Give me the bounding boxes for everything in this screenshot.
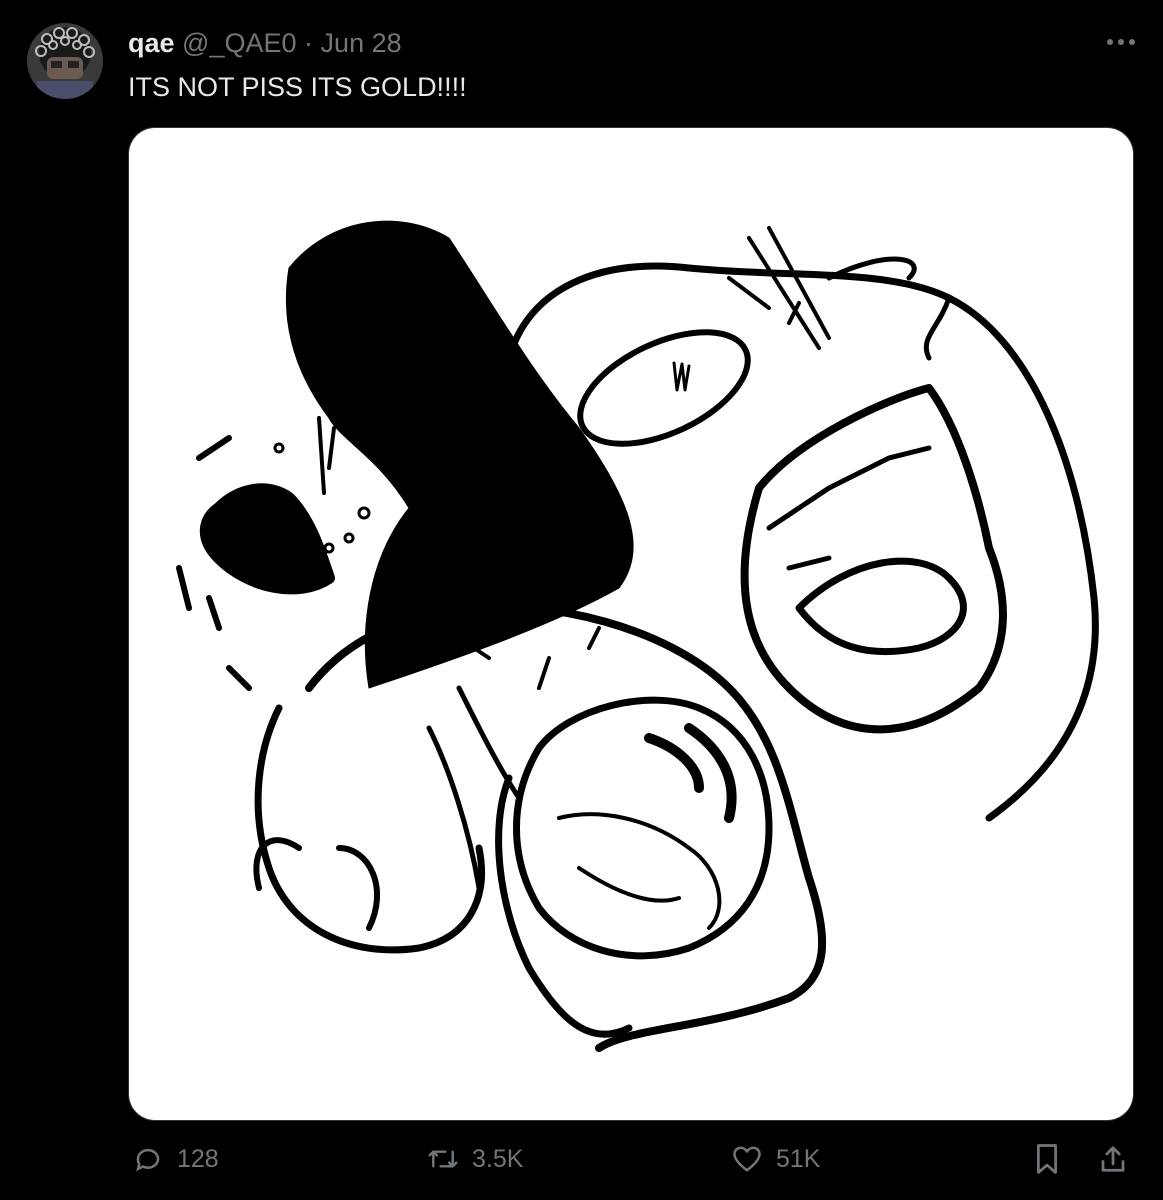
avatar-image: [27, 23, 103, 99]
reply-count: 128: [177, 1144, 219, 1173]
tweet-actions: 128 3.5K 51K: [0, 1142, 1163, 1190]
tweet-text: ITS NOT PISS ITS GOLD!!!!: [128, 72, 467, 102]
more-button[interactable]: [1101, 22, 1141, 62]
sketch-illustration: [176, 220, 1099, 1052]
repost-arrows-icon: [426, 1142, 460, 1176]
tweet-date[interactable]: Jun 28: [321, 28, 402, 58]
bookmark-icon: [1030, 1142, 1064, 1176]
tweet-media-image[interactable]: [129, 128, 1133, 1120]
reply-button[interactable]: 128: [131, 1142, 219, 1176]
share-button[interactable]: [1096, 1142, 1130, 1176]
share-upload-icon: [1096, 1142, 1130, 1176]
separator-dot: ·: [304, 28, 314, 58]
avatar[interactable]: [27, 23, 103, 99]
author-handle[interactable]: @_QAE0: [182, 28, 296, 58]
bookmark-button[interactable]: [1030, 1142, 1064, 1176]
heart-icon: [730, 1142, 764, 1176]
like-button[interactable]: 51K: [730, 1142, 820, 1176]
like-count: 51K: [776, 1144, 821, 1173]
repost-button[interactable]: 3.5K: [426, 1142, 523, 1176]
speech-bubble-icon: [131, 1142, 165, 1176]
repost-count: 3.5K: [472, 1144, 524, 1173]
more-horizontal-icon: [1107, 39, 1135, 45]
tweet-header: qae @_QAE0 · Jun 28: [128, 26, 402, 60]
author-name[interactable]: qae: [128, 28, 175, 58]
